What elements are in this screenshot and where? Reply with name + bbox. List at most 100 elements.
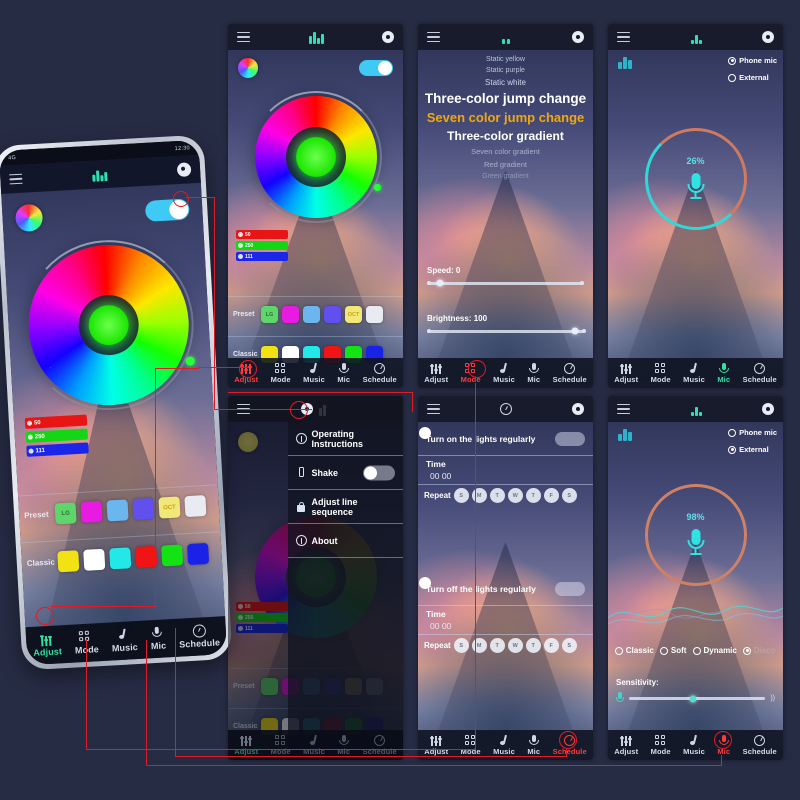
menu-icon[interactable] [427,403,440,416]
nav-item-schedule[interactable]: Schedule [743,362,777,384]
mode-item[interactable]: Static purple [418,67,593,74]
day-toggle[interactable]: S [453,488,469,503]
preset-swatch[interactable] [80,500,103,523]
nav-item-mic[interactable]: Mic [150,626,167,651]
nav-item-adjust[interactable]: Adjust [234,735,258,756]
day-toggle[interactable]: W [507,488,523,503]
nav-item-music[interactable]: Music [303,735,325,756]
nav-item-schedule[interactable]: Schedule [363,734,397,756]
menu-item-about[interactable]: About [287,524,403,558]
preset-swatch[interactable] [106,499,129,522]
radio-icon[interactable] [743,646,752,655]
nav-item-mode[interactable]: Mode [651,362,671,384]
effect-option-soft[interactable]: Soft [660,646,686,655]
menu-icon[interactable] [617,403,630,416]
nav-item-music[interactable]: Music [493,735,515,756]
mode-item[interactable]: Three-color gradient [418,129,593,143]
nav-item-mode[interactable]: Mode [271,734,291,756]
day-toggle[interactable]: W [507,638,523,653]
preset-swatch[interactable]: OCT [345,306,362,323]
preset-swatch[interactable]: LG [261,306,278,323]
preset-swatch[interactable] [184,494,207,518]
menu-icon[interactable] [237,31,250,44]
nav-item-schedule[interactable]: Schedule [743,734,777,756]
effect-option-dynamic[interactable]: Dynamic [693,646,737,655]
mode-item[interactable]: Three-color jump change [418,91,593,106]
radio-icon[interactable] [728,428,737,437]
radio-option-external[interactable]: External [728,73,777,82]
day-toggle[interactable]: T [525,638,541,653]
turn-on-time-value[interactable]: 00 00 [418,471,593,481]
menu-icon[interactable] [617,31,630,44]
day-toggle[interactable]: S [561,488,577,503]
turn-off-time-value[interactable]: 00 00 [418,621,593,631]
nav-item-music[interactable]: Music [111,628,139,653]
preset-swatch[interactable]: LG [54,502,77,525]
classic-swatch[interactable] [161,544,184,567]
gear-icon[interactable] [572,403,584,415]
radio-icon[interactable] [660,646,669,655]
day-toggle[interactable]: F [543,488,559,503]
radio-icon[interactable] [728,445,737,454]
classic-swatch[interactable] [109,547,132,570]
nav-item-mode[interactable]: Mode [271,362,291,384]
nav-item-mic[interactable]: Mic [717,362,730,384]
turn-on-toggle[interactable] [419,427,585,446]
radio-icon[interactable] [615,646,624,655]
nav-item-music[interactable]: Music [493,363,515,384]
day-toggle[interactable]: T [525,488,541,503]
nav-item-schedule[interactable]: Schedule [363,362,397,384]
preset-swatch[interactable] [303,306,320,323]
menu-item-operating-instructions[interactable]: Operating Instructions [287,422,403,456]
nav-item-adjust[interactable]: Adjust [614,363,638,384]
rgb-row-g[interactable]: 250 [236,241,288,250]
gear-icon[interactable] [572,31,584,43]
classic-swatch[interactable] [83,548,106,571]
classic-swatch[interactable] [135,545,158,568]
radio-icon[interactable] [693,646,701,655]
radio-icon[interactable] [728,73,737,82]
day-toggle[interactable]: M [471,638,487,653]
radio-option-external[interactable]: External [728,445,777,454]
nav-item-mic[interactable]: Mic [337,362,350,384]
color-wheel[interactable] [249,91,382,223]
effect-option-disco[interactable]: Disco [743,646,776,655]
nav-item-mic[interactable]: Mic [337,734,350,756]
preset-swatch[interactable]: OCT [158,496,181,519]
effect-option-classic[interactable]: Classic [615,646,654,655]
gear-icon[interactable] [762,403,774,415]
menu-item-adjust-line-sequence[interactable]: Adjust line sequence [287,490,403,524]
day-toggle[interactable]: M [471,488,487,503]
day-toggle[interactable]: S [561,638,577,653]
day-toggle[interactable]: T [489,638,505,653]
speed-slider[interactable] [426,279,585,287]
nav-item-music[interactable]: Music [303,363,325,384]
mode-item[interactable]: Seven color gradient [418,147,593,156]
gear-icon[interactable] [762,31,774,43]
preset-swatch[interactable] [132,497,155,521]
mic-level-ring[interactable]: 26% [644,128,747,230]
preset-swatch[interactable] [282,306,299,323]
rgb-row-r[interactable]: 50 [236,230,288,239]
classic-swatch[interactable] [187,542,210,566]
color-wheel-icon[interactable] [238,58,258,78]
nav-item-schedule[interactable]: Schedule [178,623,220,650]
wheel-handle[interactable] [185,356,196,366]
nav-item-mode[interactable]: Mode [461,734,481,756]
rgb-row-r[interactable]: 50 [24,414,88,429]
menu-icon[interactable] [427,31,440,44]
radio-option-phone-mic[interactable]: Phone mic [728,428,777,437]
mode-item[interactable]: Static yellow [418,56,593,63]
radio-option-phone-mic[interactable]: Phone mic [728,56,777,65]
nav-item-music[interactable]: Music [683,363,705,384]
menu-icon[interactable] [9,172,23,186]
power-toggle[interactable] [359,60,393,76]
color-wheel[interactable] [19,235,199,415]
nav-item-mic[interactable]: Mic [527,734,540,756]
menu-item-shake[interactable]: Shake [287,456,403,490]
preset-swatch[interactable] [366,306,383,323]
day-toggle[interactable]: T [489,488,505,503]
day-toggle[interactable]: S [453,638,469,653]
gear-icon[interactable] [176,162,192,178]
preset-swatch[interactable] [324,306,341,323]
